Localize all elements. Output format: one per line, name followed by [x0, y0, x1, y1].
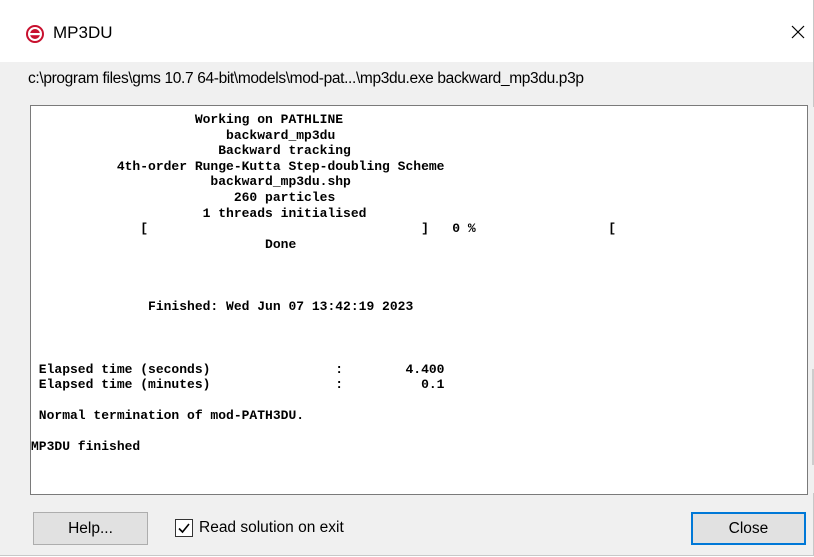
close-icon[interactable]	[787, 20, 809, 44]
mp3du-app-icon	[26, 25, 44, 43]
help-button[interactable]: Help...	[33, 512, 148, 545]
console-line: Backward tracking	[31, 143, 351, 159]
console-line: Done	[31, 236, 297, 252]
window-title: MP3DU	[53, 23, 113, 42]
chevron-down-icon[interactable]	[810, 469, 814, 491]
command-line-label: c:\program files\gms 10.7 64-bit\models\…	[28, 70, 584, 87]
checkbox-label: Read solution on exit	[199, 519, 344, 536]
checkbox-box[interactable]	[175, 519, 193, 537]
console-line: 1 threads initialised	[31, 205, 367, 221]
console-line: Normal termination of mod-PATH3DU.	[31, 408, 305, 424]
close-button[interactable]: Close	[691, 512, 806, 545]
console-line: backward_mp3du.shp	[31, 174, 351, 190]
console-line: [ ] 0 % [	[31, 221, 617, 237]
console-line: 260 particles	[31, 189, 336, 205]
chevron-up-icon[interactable]	[810, 110, 814, 132]
vertical-scrollbar[interactable]	[810, 107, 814, 493]
checkmark-icon	[178, 523, 190, 534]
mp3du-dialog: MP3DU c:\program files\gms 10.7 64-bit\m…	[0, 0, 814, 556]
console-line: Elapsed time (seconds) : 4.400	[31, 361, 445, 377]
console-line: backward_mp3du	[31, 127, 336, 143]
console-line: 4th-order Runge-Kutta Step-doubling Sche…	[31, 158, 445, 174]
console-text: Working on PATHLINE backward_mp3du Backw…	[31, 112, 781, 492]
read-solution-checkbox[interactable]: Read solution on exit	[175, 517, 344, 539]
console-line: Working on PATHLINE	[31, 112, 344, 127]
console-line: MP3DU finished	[31, 439, 141, 455]
title-bar: MP3DU	[0, 0, 813, 62]
console-output[interactable]: Working on PATHLINE backward_mp3du Backw…	[30, 105, 814, 495]
console-line: Elapsed time (minutes) : 0.1	[31, 377, 445, 393]
console-line: Finished: Wed Jun 07 13:42:19 2023	[31, 299, 414, 315]
